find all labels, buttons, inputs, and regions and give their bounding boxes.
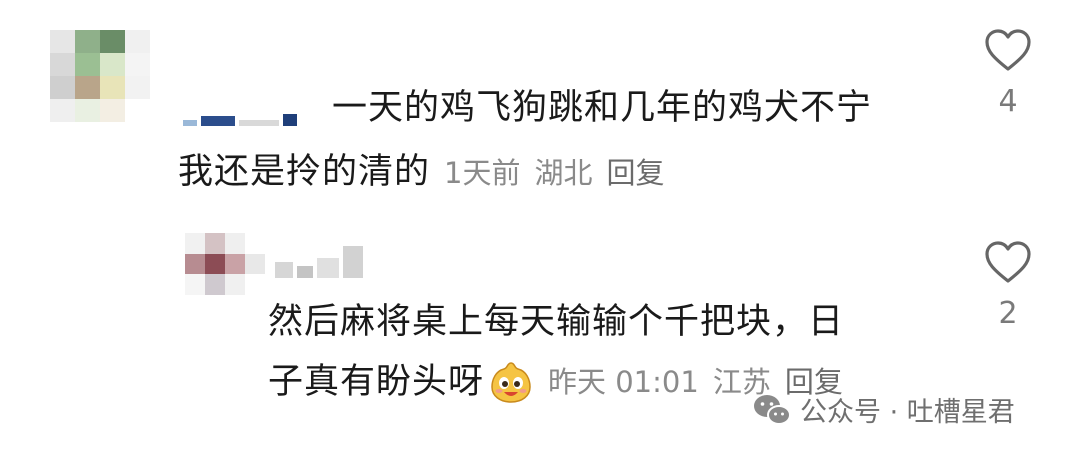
avatar-pixel — [50, 30, 75, 53]
avatar-pixel — [50, 76, 75, 99]
avatar-pixel — [245, 253, 265, 275]
avatar-pixel — [185, 253, 205, 275]
avatar-pixel — [50, 99, 75, 122]
comment-text-continued: 我还是拎的清的 — [178, 152, 431, 192]
avatar-pixel — [50, 53, 75, 76]
avatar-pixel — [205, 233, 225, 254]
comment-location: 湖北 — [534, 156, 593, 190]
avatar-pixel — [125, 30, 150, 53]
avatar[interactable] — [50, 30, 150, 122]
watermark-text: 公众号 · 吐槽星君 — [800, 397, 1015, 428]
avatar-pixel — [205, 274, 225, 295]
blurred-username[interactable] — [275, 242, 363, 278]
smiling-face-emoji — [491, 362, 531, 403]
like-button[interactable]: 2 — [978, 240, 1038, 331]
avatar-pixel — [225, 233, 245, 254]
heart-outline-icon — [985, 29, 1031, 71]
heart-outline-icon — [985, 241, 1031, 283]
avatar-pixel — [225, 253, 245, 275]
avatar-pixel — [100, 30, 125, 53]
avatar-pixel — [100, 76, 125, 99]
avatar-pixel — [125, 53, 150, 76]
avatar-pixel — [75, 53, 100, 76]
avatar-pixel — [75, 99, 100, 122]
like-button[interactable]: 4 — [978, 28, 1038, 119]
reply-button[interactable]: 回复 — [606, 156, 664, 190]
blurred-username[interactable] — [183, 96, 297, 126]
avatar-pixel — [75, 30, 100, 53]
avatar-pixel — [225, 274, 245, 295]
avatar-pixel — [245, 233, 265, 254]
wechat-icon — [754, 394, 791, 425]
avatar-pixel — [75, 76, 100, 99]
avatar-pixel — [185, 233, 205, 254]
like-count: 2 — [998, 296, 1018, 331]
avatar-pixel — [185, 274, 205, 295]
like-count: 4 — [998, 84, 1018, 119]
comment-text: 然后麻将桌上每天输输个千把块，日 — [268, 302, 845, 342]
avatar-pixel — [205, 253, 225, 275]
avatar-pixel — [125, 99, 150, 122]
avatar-pixel — [100, 53, 125, 76]
avatar[interactable] — [185, 233, 265, 295]
comment-text-line2: 我还是拎的清的 1天前 湖北 回复 — [178, 142, 665, 203]
avatar-pixel — [125, 76, 150, 99]
comment-text: 一天的鸡飞狗跳和几年的鸡犬不宁 — [332, 88, 873, 128]
comment-text-continued: 子真有盼头呀 — [268, 362, 485, 402]
comment-time: 昨天 01:01 — [548, 365, 699, 399]
comment-time: 1天前 — [444, 156, 521, 190]
avatar-pixel — [245, 274, 265, 295]
avatar-pixel — [100, 99, 125, 122]
watermark: 公众号 · 吐槽星君 — [752, 390, 1015, 429]
